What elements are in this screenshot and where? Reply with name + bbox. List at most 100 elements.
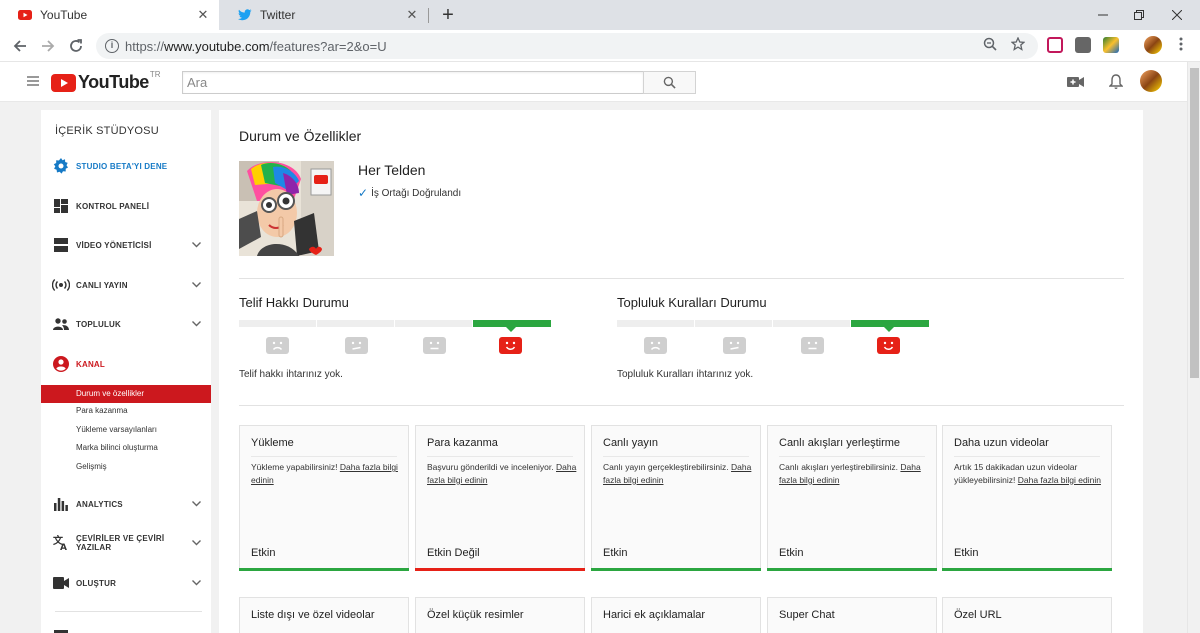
meh-face-icon [345,337,368,354]
tab-title: YouTube [40,8,88,22]
live-broadcast-icon [52,276,70,294]
feature-description: Yükleme yapabilirsiniz! Daha fazla bilgi… [251,461,401,486]
feature-status-bar [591,568,761,571]
feature-status: Etkin Değil [427,547,480,559]
sidebar-title: İÇERİK STÜDYOSU [55,125,159,137]
browser-toolbar: i https://www.youtube.com/features?ar=2&… [0,30,1200,62]
card-divider [779,456,925,457]
scrollbar-thumb[interactable] [1190,68,1199,378]
checkmark-icon: ✓ [358,186,369,200]
tab-separator [428,8,429,23]
account-avatar[interactable] [1140,70,1162,92]
sidebar-item-translations[interactable]: 文A ÇEVİRİLER VE ÇEVİRİ YAZILAR [41,530,211,556]
sidebar-item-label: CANLI YAYIN [76,280,128,290]
community-status-segment-active [851,320,929,327]
address-bar[interactable]: i https://www.youtube.com/features?ar=2&… [96,33,1038,59]
sidebar-item-channel[interactable]: KANAL [41,351,211,377]
neutral-face-icon [423,337,446,354]
sidebar-subitem-advanced[interactable]: Gelişmiş [41,458,211,476]
section-divider [239,278,1124,279]
profile-avatar[interactable] [1144,36,1162,54]
create-video-icon [52,574,70,592]
feature-status-bar [942,568,1112,571]
notifications-bell-icon[interactable] [1106,72,1126,92]
youtube-masthead: YouTube TR Ara [0,62,1187,102]
browser-menu-icon[interactable] [1172,35,1190,53]
more-icon [52,626,70,633]
tab-youtube[interactable]: YouTube ✕ [0,0,219,30]
sidebar-item-create[interactable]: OLUŞTUR [41,570,211,596]
sidebar-item-dashboard[interactable]: KONTROL PANELİ [41,193,211,219]
new-tab-button[interactable]: + [438,4,458,26]
reload-icon[interactable] [64,34,88,58]
feature-status-bar [415,568,585,571]
sidebar-item-video-manager[interactable]: VİDEO YÖNETİCİSİ [41,232,211,258]
feature-card-embed-live: Canlı akışları yerleştirme Canlı akışlar… [767,425,937,571]
feature-card-external-annotations: Harici ek açıklamalar [591,597,761,633]
upload-video-icon[interactable] [1066,72,1086,92]
sidebar-subitem-monetization[interactable]: Para kazanma [41,402,211,420]
sidebar-item-more[interactable] [41,622,211,633]
chevron-down-icon[interactable] [191,499,201,509]
sidebar-subitem-branding[interactable]: Marka bilinci oluşturma [41,439,211,457]
channel-name[interactable]: Her Telden [358,162,425,178]
sidebar-item-live[interactable]: CANLI YAYIN [41,272,211,298]
feature-card-monetization: Para kazanma Başvuru gönderildi ve incel… [415,425,585,571]
sidebar-item-label: ANALYTICS [76,499,123,509]
feature-card-live-streaming: Canlı yayın Canlı yayın gerçekleştirebil… [591,425,761,571]
feature-status: Etkin [251,547,276,559]
feature-desc-text: Yükleme yapabilirsiniz! [251,462,338,472]
chevron-down-icon[interactable] [191,280,201,290]
zoom-icon[interactable] [981,35,999,53]
channel-thumbnail[interactable] [239,161,334,256]
forward-arrow-icon[interactable] [36,34,60,58]
meh-face-icon [723,337,746,354]
close-tab-icon[interactable]: ✕ [404,7,420,23]
camera-extension-icon[interactable] [1075,37,1091,53]
sidebar-subitem-upload-defaults[interactable]: Yükleme varsayılanları [41,421,211,439]
sad-face-icon [644,337,667,354]
country-code: TR [149,70,161,79]
feature-desc-text: Canlı yayın gerçekleştirebilirsiniz. [603,462,729,472]
feature-card-upload: Yükleme Yükleme yapabilirsiniz! Daha faz… [239,425,409,571]
learn-more-link[interactable]: Daha fazla bilgi edinin [1018,475,1101,485]
chevron-down-icon[interactable] [191,319,201,329]
chevron-down-icon[interactable] [191,538,201,548]
url-path: /features?ar=2&o=U [269,38,387,54]
back-arrow-icon[interactable] [8,34,32,58]
card-divider [603,456,749,457]
copyright-status-segment [395,320,472,327]
channel-account-icon [52,355,70,373]
youtube-logo[interactable]: YouTube TR [51,70,161,93]
site-info-icon[interactable]: i [105,39,119,53]
bookmark-star-icon[interactable] [1009,35,1027,53]
sidebar-item-analytics[interactable]: ANALYTICS [41,491,211,517]
tab-twitter[interactable]: Twitter ✕ [220,0,428,30]
pocket-extension-icon[interactable] [1047,37,1063,53]
feature-card-unlisted-private: Liste dışı ve özel videolar [239,597,409,633]
feature-title: Yükleme [251,437,294,449]
sidebar-item-community[interactable]: TOPLULUK [41,311,211,337]
community-status-message: Topluluk Kuralları ihtarınız yok. [617,369,754,380]
feature-title: Para kazanma [427,437,498,449]
main-content-card: Durum ve Özellikler Her Telden ✓ İş Orta… [219,110,1143,633]
youtube-favicon-icon [18,8,32,22]
chevron-down-icon[interactable] [191,240,201,250]
close-window-icon[interactable] [1154,0,1200,30]
close-tab-icon[interactable]: ✕ [195,7,211,23]
dashboard-icon [52,197,70,215]
page-scrollbar[interactable] [1187,62,1200,633]
feature-status-bar [239,568,409,571]
feature-card-custom-thumbnails: Özel küçük resimler [415,597,585,633]
sidebar-item-studio-beta[interactable]: STUDIO BETA'YI DENE [41,153,211,179]
neutral-face-icon [801,337,824,354]
sidebar-subitem-status-features[interactable]: Durum ve özellikler [41,385,211,403]
search-input[interactable]: Ara [182,71,644,94]
chevron-down-icon[interactable] [191,578,201,588]
sidebar-item-label: OLUŞTUR [76,578,117,588]
search-button[interactable] [643,71,696,94]
extension-icon[interactable] [1103,37,1119,53]
guide-menu-icon[interactable] [27,76,39,86]
gear-icon [52,157,70,175]
translate-icon: 文A [52,534,70,552]
